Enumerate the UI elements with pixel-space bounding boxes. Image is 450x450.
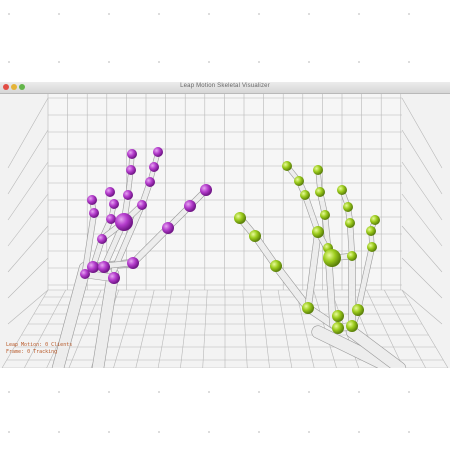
window-title: Leap Motion Skeletal Visualizer: [180, 83, 270, 89]
joint-sphere: [294, 176, 304, 186]
side-grid-line: [7, 161, 49, 221]
joint-sphere: [127, 149, 137, 159]
joint-sphere: [302, 302, 314, 314]
joint-sphere: [323, 249, 341, 267]
joint-sphere: [98, 261, 110, 273]
joint-sphere: [313, 165, 323, 175]
joint-sphere: [123, 190, 133, 200]
joint-sphere: [352, 304, 364, 316]
joint-sphere: [367, 242, 377, 252]
joint-sphere: [105, 187, 115, 197]
joint-sphere: [184, 200, 196, 212]
side-grid-line: [7, 225, 49, 273]
joint-sphere: [332, 322, 344, 334]
joint-sphere: [332, 310, 344, 322]
joint-sphere: [347, 251, 357, 261]
side-grid-line: [401, 193, 443, 247]
joint-sphere: [106, 214, 116, 224]
visualizer-window: Leap Motion Skeletal Visualizer Leap Mot…: [0, 82, 450, 368]
joint-sphere: [249, 230, 261, 242]
joint-sphere: [80, 269, 90, 279]
joint-sphere: [137, 200, 147, 210]
joint-sphere: [312, 226, 324, 238]
joint-sphere: [145, 177, 155, 187]
joint-sphere: [97, 234, 107, 244]
joint-sphere: [89, 208, 99, 218]
joint-sphere: [109, 199, 119, 209]
side-grid-line: [401, 129, 443, 195]
joint-sphere: [200, 184, 212, 196]
joint-sphere: [282, 161, 292, 171]
joint-sphere: [87, 195, 97, 205]
joint-sphere: [300, 190, 310, 200]
joint-sphere: [337, 185, 347, 195]
joint-sphere: [320, 210, 330, 220]
side-grid-line: [7, 97, 49, 169]
status-line-frame: Frame: 0 Tracking: [6, 349, 58, 355]
joint-sphere: [126, 165, 136, 175]
joint-sphere: [153, 147, 163, 157]
joint-sphere: [234, 212, 246, 224]
joint-sphere: [366, 226, 376, 236]
joint-sphere: [343, 202, 353, 212]
joint-sphere: [115, 213, 133, 231]
joint-sphere: [270, 260, 282, 272]
side-grid-line: [7, 257, 49, 299]
status-line-clients: Leap Motion: 0 Clients: [6, 342, 73, 348]
side-grid-line: [7, 129, 49, 195]
joint-sphere: [345, 218, 355, 228]
side-grid-line: [401, 97, 443, 169]
title-bar[interactable]: Leap Motion Skeletal Visualizer: [0, 82, 450, 94]
joint-sphere: [149, 162, 159, 172]
joint-sphere: [127, 257, 139, 269]
3d-scene-canvas[interactable]: [0, 94, 450, 368]
side-grid-line: [401, 161, 443, 221]
joint-sphere: [370, 215, 380, 225]
side-grid-line: [401, 257, 443, 299]
joint-sphere: [315, 187, 325, 197]
joint-sphere: [346, 320, 358, 332]
side-grid-line: [401, 225, 443, 273]
side-grid-line: [7, 193, 49, 247]
joint-sphere: [108, 272, 120, 284]
joint-sphere: [162, 222, 174, 234]
status-overlay: Leap Motion: 0 Clients Frame: 0 Tracking: [6, 342, 72, 356]
